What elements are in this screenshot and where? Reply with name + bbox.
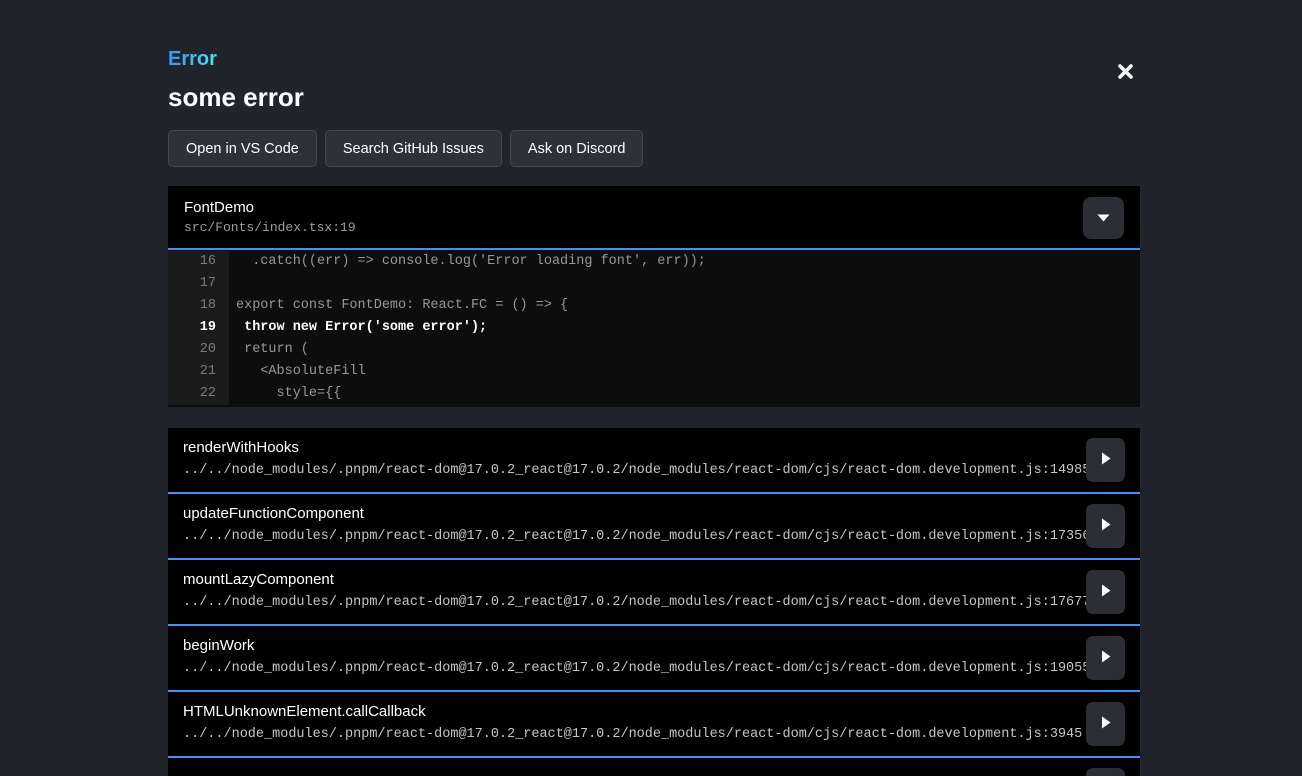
stack-frame-path: ../../node_modules/.pnpm/react-dom@17.0.… [183,661,1126,676]
code-line-highlighted: 19 throw new Error('some error'); [168,317,1140,339]
code-line: 22 style={{ [168,383,1140,405]
play-icon [1100,583,1112,601]
error-overlay: Error some error Open in VS Code Search … [168,0,1140,776]
code-frame: FontDemo src/Fonts/index.tsx:19 16 .catc… [168,186,1140,407]
code-snippet: 16 .catch((err) => console.log('Error lo… [168,250,1140,407]
stack-frame-row: renderWithHooks ../../node_modules/.pnpm… [168,428,1140,494]
line-number: 19 [168,317,229,339]
code-line-text: <AbsoluteFill [229,361,1140,383]
stack-frame-path: ../../node_modules/.pnpm/react-dom@17.0.… [183,595,1126,610]
stack-frame-row: HTMLUnknownElement.callCallback ../../no… [168,692,1140,758]
expand-stack-frame-button[interactable] [1086,702,1125,746]
code-line: 21 <AbsoluteFill [168,361,1140,383]
stack-frame-name: HTMLUnknownElement.callCallback [183,703,1126,720]
play-icon [1100,517,1112,535]
stack-frame-path: ../../node_modules/.pnpm/react-dom@17.0.… [183,529,1126,544]
open-in-vscode-button[interactable]: Open in VS Code [168,130,317,167]
play-icon [1100,649,1112,667]
stack-frame-row: mountLazyComponent ../../node_modules/.p… [168,560,1140,626]
expand-stack-frame-button[interactable] [1086,636,1125,680]
error-message: some error [168,82,1140,113]
expand-stack-frame-button[interactable] [1086,504,1125,548]
line-number: 18 [168,295,229,317]
code-line-text: export const FontDemo: React.FC = () => … [229,295,1140,317]
stack-frame-name: updateFunctionComponent [183,505,1126,522]
code-line-text: .catch((err) => console.log('Error loadi… [229,251,1140,273]
line-number: 22 [168,383,229,405]
code-line-text: return ( [229,339,1140,361]
code-line-text: throw new Error('some error'); [229,317,1140,339]
action-button-row: Open in VS Code Search GitHub Issues Ask… [168,130,1140,167]
code-frame-header: FontDemo src/Fonts/index.tsx:19 [168,186,1140,250]
line-number: 21 [168,361,229,383]
expand-stack-frame-button[interactable] [1086,768,1125,776]
stack-frame-row: beginWork ../../node_modules/.pnpm/react… [168,626,1140,692]
expand-stack-frame-button[interactable] [1086,570,1125,614]
line-number: 17 [168,273,229,295]
expand-stack-frame-button[interactable] [1086,438,1125,482]
stack-frame-row-partial [168,758,1140,776]
stack-frame-row: updateFunctionComponent ../../node_modul… [168,494,1140,560]
collapse-code-frame-button[interactable] [1083,197,1124,239]
stack-frame-path: ../../node_modules/.pnpm/react-dom@17.0.… [183,727,1126,742]
chevron-down-icon [1096,211,1111,226]
code-frame-location: src/Fonts/index.tsx:19 [184,220,356,235]
code-line: 17 [168,273,1140,295]
code-line: 16 .catch((err) => console.log('Error lo… [168,251,1140,273]
line-number: 20 [168,339,229,361]
play-icon [1100,451,1112,469]
stack-frame-name: mountLazyComponent [183,571,1126,588]
code-line: 20 return ( [168,339,1140,361]
search-github-issues-button[interactable]: Search GitHub Issues [325,130,502,167]
stack-frame-name: beginWork [183,637,1126,654]
play-icon [1100,715,1112,733]
error-type-label: Error [168,48,217,71]
stack-frame-name: renderWithHooks [183,439,1126,456]
code-line-text [229,273,1140,295]
code-line: 18export const FontDemo: React.FC = () =… [168,295,1140,317]
code-line-text: style={{ [229,383,1140,405]
ask-on-discord-button[interactable]: Ask on Discord [510,130,644,167]
code-frame-function-name: FontDemo [184,199,356,216]
stack-frame-path: ../../node_modules/.pnpm/react-dom@17.0.… [183,463,1126,478]
line-number: 16 [168,251,229,273]
code-frame-title-block: FontDemo src/Fonts/index.tsx:19 [184,199,356,235]
stack-trace-list: renderWithHooks ../../node_modules/.pnpm… [168,428,1140,776]
